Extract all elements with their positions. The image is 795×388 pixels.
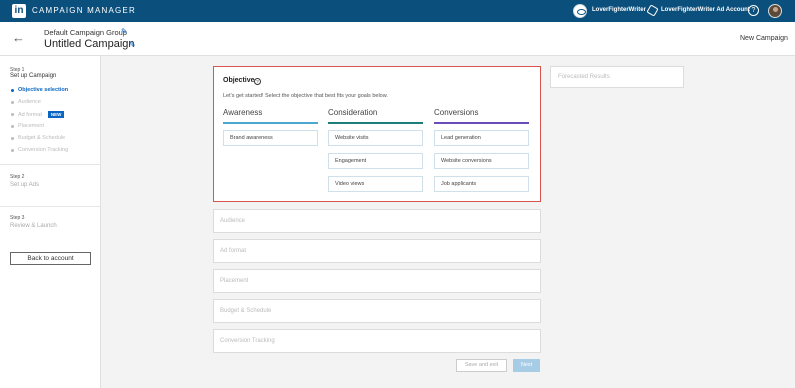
sidebar-item-objective-selection[interactable]: Objective selection <box>11 87 68 93</box>
sidebar-item-conversion-tracking[interactable]: Conversion Tracking <box>11 147 68 153</box>
option-lead-generation[interactable]: Lead generation <box>434 130 529 146</box>
edit-group-pencil-icon[interactable]: ✎ <box>121 27 128 36</box>
sidebar-item-ad-format[interactable]: Ad format NEW <box>11 111 65 118</box>
back-to-account-button[interactable]: Back to account <box>10 252 91 265</box>
edit-campaign-pencil-icon[interactable]: ✎ <box>129 40 136 49</box>
step3-label: Step 3 <box>10 215 25 221</box>
bullet-icon <box>11 113 14 116</box>
app-title: CAMPAIGN MANAGER <box>32 6 136 15</box>
question-icon[interactable]: ? <box>254 78 261 85</box>
placement-section[interactable]: Placement <box>213 269 541 293</box>
objective-title: Objective <box>223 77 255 84</box>
ad-account-name[interactable]: LoverFighterWriter Ad Account <box>661 7 750 13</box>
steps-sidebar: Step 1 Set up Campaign Objective selecti… <box>0 56 101 388</box>
campaign-group-name: Default Campaign Group <box>44 28 127 37</box>
save-and-exit-button[interactable]: Save and exit <box>456 359 507 372</box>
bullet-icon <box>11 148 14 152</box>
step3-title[interactable]: Review & Launch <box>10 223 57 229</box>
budget-schedule-section[interactable]: Budget & Schedule <box>213 299 541 323</box>
awareness-heading: Awareness <box>223 108 263 117</box>
account-avatar-icon[interactable] <box>573 4 587 18</box>
option-brand-awareness[interactable]: Brand awareness <box>223 130 318 146</box>
step2-label: Step 2 <box>10 174 25 180</box>
divider <box>0 206 100 207</box>
top-navigation-bar: in CAMPAIGN MANAGER LoverFighterWriter L… <box>0 0 795 22</box>
linkedin-logo[interactable]: in <box>12 4 26 18</box>
consideration-color-bar <box>328 122 423 124</box>
option-video-views[interactable]: Video views <box>328 176 423 192</box>
sidebar-item-label: Budget & Schedule <box>18 135 66 141</box>
objective-section: Objective ? Let's get started! Select th… <box>213 66 541 202</box>
sidebar-item-label: Audience <box>18 99 41 105</box>
forecasted-results-panel: Forecasted Results <box>550 66 684 88</box>
sidebar-item-budget-schedule[interactable]: Budget & Schedule <box>11 135 65 141</box>
conversion-tracking-section[interactable]: Conversion Tracking <box>213 329 541 353</box>
account-name[interactable]: LoverFighterWriter <box>592 7 646 13</box>
option-job-applicants[interactable]: Job applicants <box>434 176 529 192</box>
option-website-visits[interactable]: Website visits <box>328 130 423 146</box>
sidebar-item-label: Ad format <box>18 111 42 118</box>
ad-format-section[interactable]: Ad format <box>213 239 541 263</box>
divider <box>0 164 100 165</box>
sidebar-item-label: Conversion Tracking <box>18 147 69 153</box>
objective-description: Let's get started! Select the objective … <box>223 93 388 99</box>
bullet-icon <box>11 100 14 104</box>
conversions-color-bar <box>434 122 529 124</box>
awareness-color-bar <box>223 122 318 124</box>
option-engagement[interactable]: Engagement <box>328 153 423 169</box>
step1-title[interactable]: Set up Campaign <box>10 73 56 79</box>
sidebar-item-audience[interactable]: Audience <box>11 99 41 105</box>
back-arrow-icon[interactable]: ← <box>12 30 25 45</box>
new-campaign-link[interactable]: New Campaign <box>740 35 788 42</box>
campaign-header: ← Default Campaign Group ✎ Untitled Camp… <box>0 22 795 56</box>
sidebar-item-label: Placement <box>18 123 44 129</box>
bullet-icon <box>11 88 14 92</box>
step2-title[interactable]: Set up Ads <box>10 182 39 188</box>
sidebar-item-label: Objective selection <box>18 87 69 93</box>
campaign-name: Untitled Campaign <box>44 38 135 50</box>
new-badge: NEW <box>47 111 65 118</box>
hexagon-icon[interactable] <box>646 4 659 17</box>
option-website-conversions[interactable]: Website conversions <box>434 153 529 169</box>
next-button[interactable]: Next <box>513 359 540 372</box>
sidebar-item-placement[interactable]: Placement <box>11 123 44 129</box>
consideration-heading: Consideration <box>328 108 378 117</box>
help-icon[interactable]: ? <box>748 5 759 16</box>
user-avatar[interactable] <box>768 4 782 18</box>
audience-section[interactable]: Audience <box>213 209 541 233</box>
bullet-icon <box>11 124 14 128</box>
conversions-heading: Conversions <box>434 108 479 117</box>
bullet-icon <box>11 136 14 140</box>
